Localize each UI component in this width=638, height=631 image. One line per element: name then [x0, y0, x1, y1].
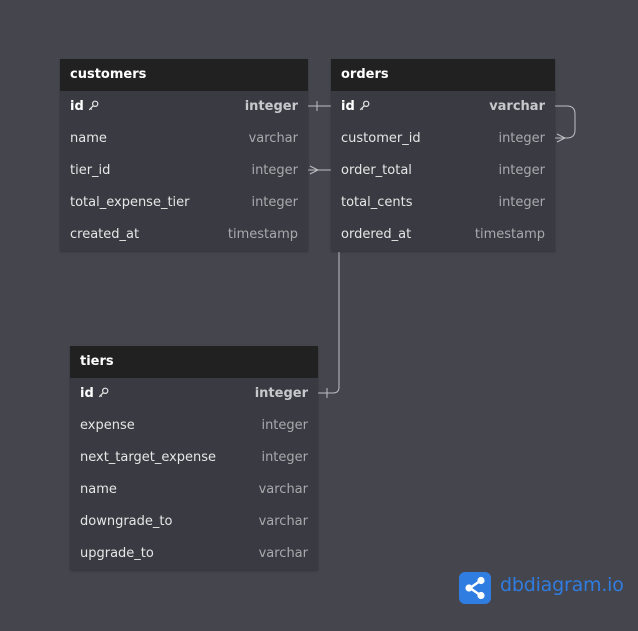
column-type: varchar: [258, 546, 308, 561]
column-name: upgrade_to: [80, 546, 154, 561]
column-name: total_cents: [341, 195, 413, 210]
column-type: varchar: [258, 514, 308, 529]
column-type: varchar: [248, 131, 298, 146]
column-name: name: [70, 131, 107, 146]
column-type: integer: [244, 99, 298, 114]
many-marker: [309, 165, 320, 175]
column-name: downgrade_to: [80, 514, 173, 529]
column-name: created_at: [70, 227, 140, 242]
table-row[interactable]: tier_id integer: [60, 155, 308, 187]
table-tiers[interactable]: tiers id integer expense integer next_ta…: [70, 346, 318, 570]
table-row[interactable]: name varchar: [60, 123, 308, 155]
column-type: integer: [498, 163, 545, 178]
table-header[interactable]: tiers: [70, 346, 318, 378]
table-row[interactable]: order_total integer: [331, 155, 555, 187]
table-row[interactable]: next_target_expense integer: [70, 442, 318, 474]
column-name: total_expense_tier: [70, 195, 190, 210]
many-marker: [556, 133, 567, 143]
table-header[interactable]: orders: [331, 59, 555, 91]
table-row[interactable]: upgrade_to varchar: [70, 538, 318, 570]
column-name: tier_id: [70, 163, 111, 178]
table-row[interactable]: total_cents integer: [331, 187, 555, 219]
column-type: integer: [261, 450, 308, 465]
column-name: expense: [80, 418, 135, 433]
column-type: timestamp: [474, 227, 545, 242]
table-row[interactable]: customer_id integer: [331, 123, 555, 155]
column-name: id: [80, 386, 94, 401]
column-type: varchar: [489, 99, 545, 114]
column-type: integer: [254, 386, 308, 401]
table-orders[interactable]: orders id varchar customer_id integer or…: [331, 59, 555, 251]
column-name: name: [80, 482, 117, 497]
column-type: integer: [261, 418, 308, 433]
column-type: integer: [498, 195, 545, 210]
column-name: next_target_expense: [80, 450, 217, 465]
share-nodes-icon: [459, 572, 491, 604]
column-name: customer_id: [341, 131, 421, 146]
table-row[interactable]: total_expense_tier integer: [60, 187, 308, 219]
table-row[interactable]: downgrade_to varchar: [70, 506, 318, 538]
table-row[interactable]: id integer: [70, 378, 318, 410]
column-type: integer: [251, 163, 298, 178]
table-row[interactable]: expense integer: [70, 410, 318, 442]
table-row[interactable]: id integer: [60, 91, 308, 123]
connector-orders-tiers-id: [318, 252, 340, 394]
table-row[interactable]: id varchar: [331, 91, 555, 123]
column-type: integer: [251, 195, 298, 210]
column-name: ordered_at: [341, 227, 412, 242]
table-row[interactable]: ordered_at timestamp: [331, 219, 555, 251]
key-icon: [88, 100, 99, 110]
key-icon: [359, 100, 370, 110]
connector-orders-self-loop: [555, 105, 576, 139]
column-type: timestamp: [227, 227, 298, 242]
column-type: varchar: [258, 482, 308, 497]
column-type: integer: [498, 131, 545, 146]
column-name: id: [70, 99, 84, 114]
table-header[interactable]: customers: [60, 59, 308, 91]
key-icon: [98, 387, 109, 397]
table-row[interactable]: created_at timestamp: [60, 219, 308, 251]
column-name: id: [341, 99, 355, 114]
table-customers[interactable]: customers id integer name varchar tier_i…: [60, 59, 308, 251]
brand-name: dbdiagram: [500, 574, 602, 596]
brand-suffix: .io: [601, 574, 624, 596]
column-name: order_total: [341, 163, 412, 178]
table-row[interactable]: name varchar: [70, 474, 318, 506]
